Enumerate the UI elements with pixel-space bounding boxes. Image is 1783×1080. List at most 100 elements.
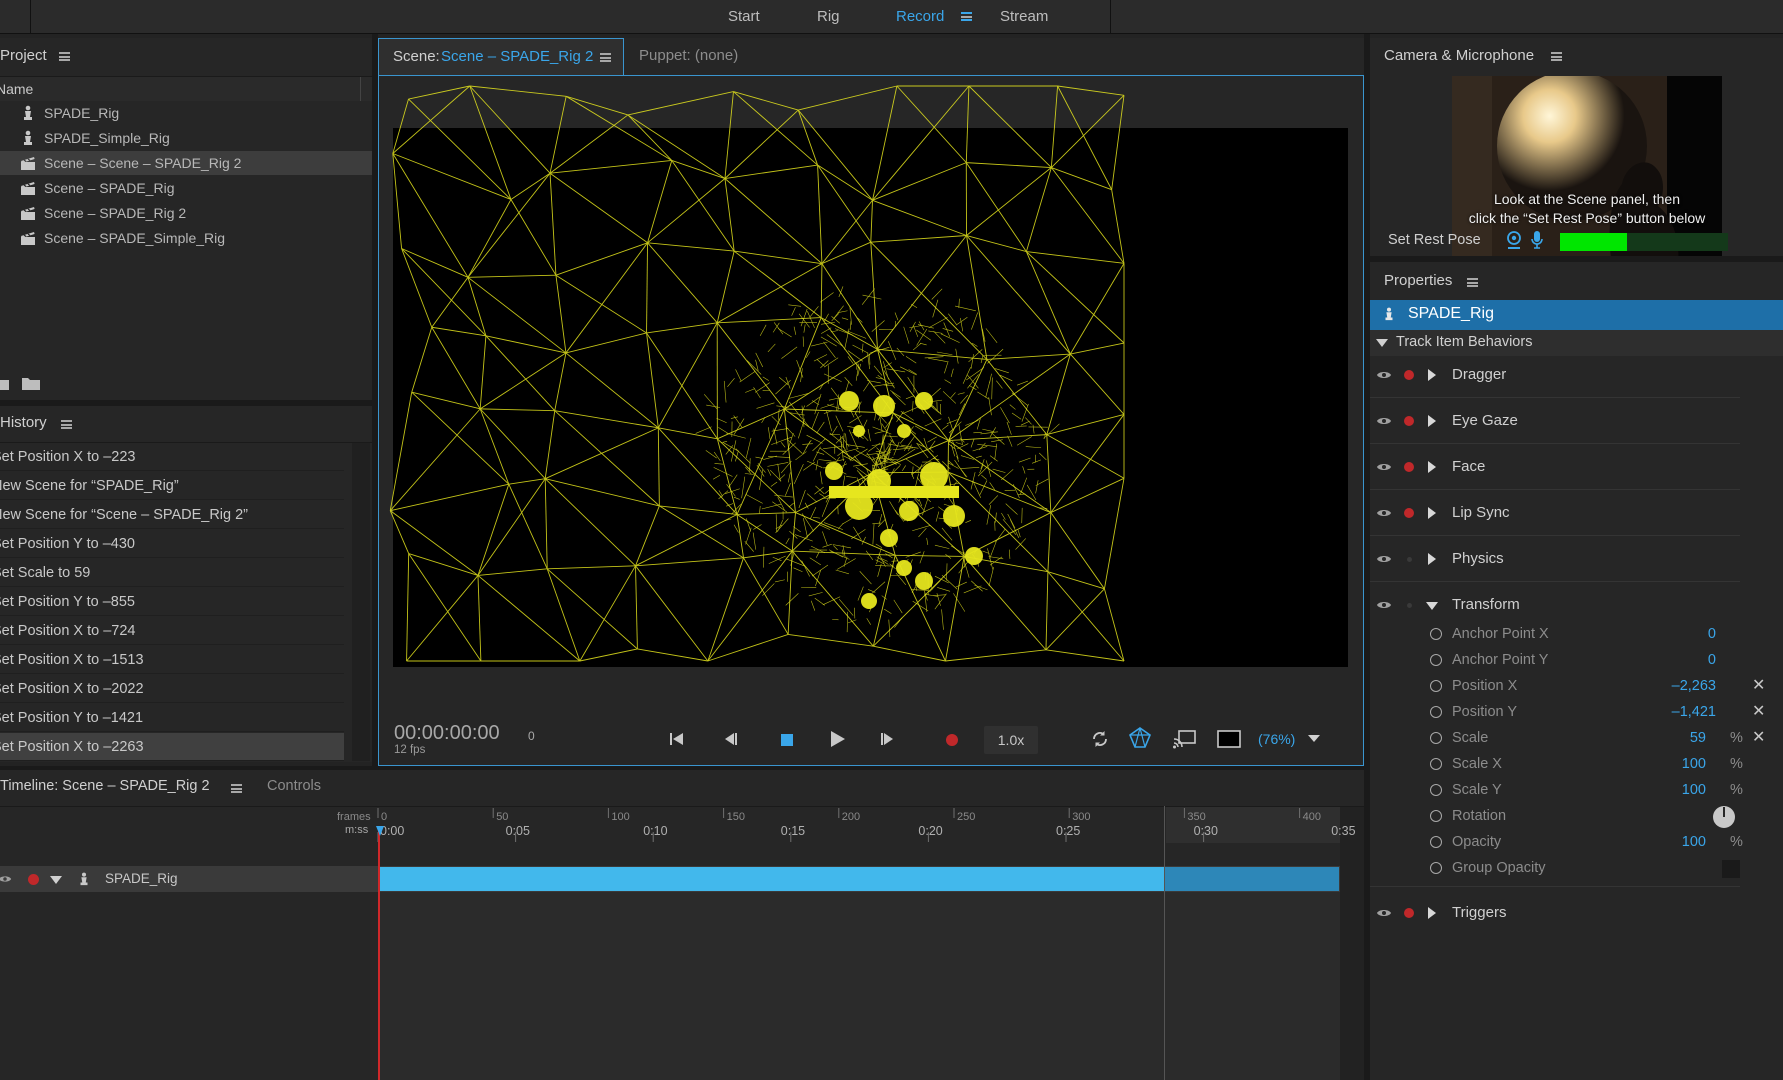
behavior-eye-gaze[interactable]: Eye Gaze bbox=[1370, 398, 1740, 444]
selected-track[interactable]: SPADE_Rig bbox=[1370, 300, 1783, 330]
tab-controls[interactable]: Controls bbox=[267, 778, 321, 794]
list-item[interactable]: SPADE_Rig bbox=[0, 101, 372, 125]
param-value[interactable]: 0 bbox=[1708, 647, 1716, 673]
column-header[interactable]: Name bbox=[0, 77, 372, 101]
param-value[interactable]: –1,421 bbox=[1672, 699, 1716, 725]
microphone-icon[interactable] bbox=[1531, 230, 1543, 250]
list-item[interactable]: Set Position X to –2022 bbox=[0, 675, 344, 703]
eye-icon[interactable] bbox=[1376, 905, 1392, 921]
tab-record[interactable]: Record bbox=[896, 8, 944, 25]
stop-icon[interactable] bbox=[780, 733, 794, 747]
tab-rig[interactable]: Rig bbox=[817, 8, 840, 25]
playhead-handle-icon[interactable] bbox=[376, 826, 384, 836]
arm-record-icon[interactable] bbox=[1404, 508, 1414, 518]
keyframe-icon[interactable] bbox=[1430, 732, 1442, 744]
keyframe-icon[interactable] bbox=[1430, 680, 1442, 692]
zoom-level[interactable]: (76%) bbox=[1258, 731, 1295, 747]
param-scale[interactable]: Scale 59% ✕ bbox=[1370, 725, 1770, 751]
playback-speed[interactable]: 1.0x bbox=[984, 726, 1038, 754]
list-item[interactable]: Scene – Scene – SPADE_Rig 2 bbox=[0, 151, 372, 175]
eye-icon[interactable] bbox=[1376, 367, 1392, 383]
behavior-physics[interactable]: Physics bbox=[1370, 536, 1740, 582]
param-position-y[interactable]: Position Y –1,421 ✕ bbox=[1370, 699, 1770, 725]
param-value[interactable]: 100 bbox=[1682, 777, 1706, 803]
expand-icon[interactable] bbox=[1428, 907, 1436, 919]
keyframe-icon[interactable] bbox=[1430, 810, 1442, 822]
playhead[interactable] bbox=[378, 826, 380, 1080]
step-forward-icon[interactable] bbox=[878, 731, 896, 747]
arm-record-icon[interactable] bbox=[1407, 603, 1412, 608]
expand-icon[interactable] bbox=[1428, 507, 1436, 519]
list-item[interactable]: Set Scale to 59 bbox=[0, 559, 344, 587]
param-anchor-point-x[interactable]: Anchor Point X0 bbox=[1370, 621, 1770, 647]
panel-menu-icon[interactable] bbox=[1551, 52, 1562, 61]
background-toggle-icon[interactable] bbox=[1217, 730, 1241, 748]
list-item[interactable]: Set Position Y to –855 bbox=[0, 588, 344, 616]
collapse-icon[interactable] bbox=[50, 876, 62, 884]
param-value[interactable]: 59 bbox=[1690, 725, 1706, 751]
refresh-icon[interactable] bbox=[1090, 729, 1110, 749]
arm-record-icon[interactable] bbox=[1404, 370, 1414, 380]
list-item[interactable]: Scene – SPADE_Rig bbox=[0, 176, 372, 200]
scrollbar[interactable] bbox=[352, 443, 370, 761]
eye-icon[interactable] bbox=[1376, 505, 1392, 521]
list-item[interactable]: Set Position X to –2263 bbox=[0, 733, 344, 761]
list-item[interactable]: Scene – SPADE_Simple_Rig bbox=[0, 226, 372, 250]
eye-icon[interactable] bbox=[1376, 413, 1392, 429]
new-scene-icon[interactable] bbox=[0, 375, 12, 391]
param-group-opacity[interactable]: Group Opacity bbox=[1370, 855, 1770, 881]
panel-menu-icon[interactable] bbox=[1467, 278, 1478, 287]
arm-record-icon[interactable] bbox=[28, 874, 39, 885]
scene-tab[interactable]: Scene: Scene – SPADE_Rig 2 bbox=[378, 38, 624, 75]
rotation-dial[interactable] bbox=[1712, 805, 1736, 829]
keyframe-icon[interactable] bbox=[1430, 654, 1442, 666]
param-opacity[interactable]: Opacity 100% bbox=[1370, 829, 1770, 855]
expand-icon[interactable] bbox=[1428, 461, 1436, 473]
param-rotation[interactable]: Rotation bbox=[1370, 803, 1770, 829]
keyframe-icon[interactable] bbox=[1430, 784, 1442, 796]
tab-stream[interactable]: Stream bbox=[1000, 8, 1048, 25]
list-item[interactable]: New Scene for “SPADE_Rig” bbox=[0, 472, 344, 500]
expand-icon[interactable] bbox=[1428, 553, 1436, 565]
behavior-dragger[interactable]: Dragger bbox=[1370, 352, 1740, 398]
expand-icon[interactable] bbox=[1428, 415, 1436, 427]
expand-icon[interactable] bbox=[1428, 369, 1436, 381]
param-value[interactable]: –2,263 bbox=[1672, 673, 1716, 699]
tab-start[interactable]: Start bbox=[728, 8, 760, 25]
set-rest-pose-button[interactable]: Set Rest Pose bbox=[1388, 232, 1481, 248]
arm-record-icon[interactable] bbox=[1404, 908, 1414, 918]
keyframe-icon[interactable] bbox=[1430, 758, 1442, 770]
behavior-lip-sync[interactable]: Lip Sync bbox=[1370, 490, 1740, 536]
param-anchor-point-y[interactable]: Anchor Point Y0 bbox=[1370, 647, 1770, 673]
keyframe-icon[interactable] bbox=[1430, 706, 1442, 718]
reset-icon[interactable]: ✕ bbox=[1752, 725, 1765, 751]
param-value[interactable]: 0 bbox=[1708, 621, 1716, 647]
panel-menu-icon[interactable] bbox=[61, 420, 72, 429]
keyframe-icon[interactable] bbox=[1430, 862, 1442, 874]
param-scale-x[interactable]: Scale X 100% bbox=[1370, 751, 1770, 777]
param-value[interactable]: 100 bbox=[1682, 751, 1706, 777]
step-back-icon[interactable] bbox=[722, 731, 740, 747]
param-scale-y[interactable]: Scale Y 100% bbox=[1370, 777, 1770, 803]
cast-icon[interactable] bbox=[1173, 729, 1197, 749]
scrollbar[interactable] bbox=[1340, 807, 1364, 1080]
list-item[interactable]: Set Position Y to –1421 bbox=[0, 704, 344, 732]
play-icon[interactable] bbox=[828, 730, 846, 748]
arm-record-icon[interactable] bbox=[1407, 557, 1412, 562]
go-to-start-icon[interactable] bbox=[668, 731, 686, 747]
panel-menu-icon[interactable] bbox=[600, 53, 611, 62]
list-item[interactable]: Set Position X to –724 bbox=[0, 617, 344, 645]
record-menu-icon[interactable] bbox=[961, 12, 972, 21]
keyframe-icon[interactable] bbox=[1430, 836, 1442, 848]
list-item[interactable]: Scene – SPADE_Rig 2 bbox=[0, 201, 372, 225]
keyframe-icon[interactable] bbox=[1430, 628, 1442, 640]
puppet-tab[interactable]: Puppet: (none) bbox=[639, 47, 738, 64]
folder-icon[interactable] bbox=[22, 376, 40, 390]
show-mesh-icon[interactable] bbox=[1128, 726, 1152, 750]
group-opacity-checkbox[interactable] bbox=[1722, 860, 1740, 878]
arm-record-icon[interactable] bbox=[1404, 416, 1414, 426]
reset-icon[interactable]: ✕ bbox=[1752, 673, 1765, 699]
collapse-icon[interactable] bbox=[1426, 602, 1438, 610]
reset-icon[interactable]: ✕ bbox=[1752, 699, 1765, 725]
behavior-triggers[interactable]: Triggers bbox=[1370, 890, 1740, 936]
